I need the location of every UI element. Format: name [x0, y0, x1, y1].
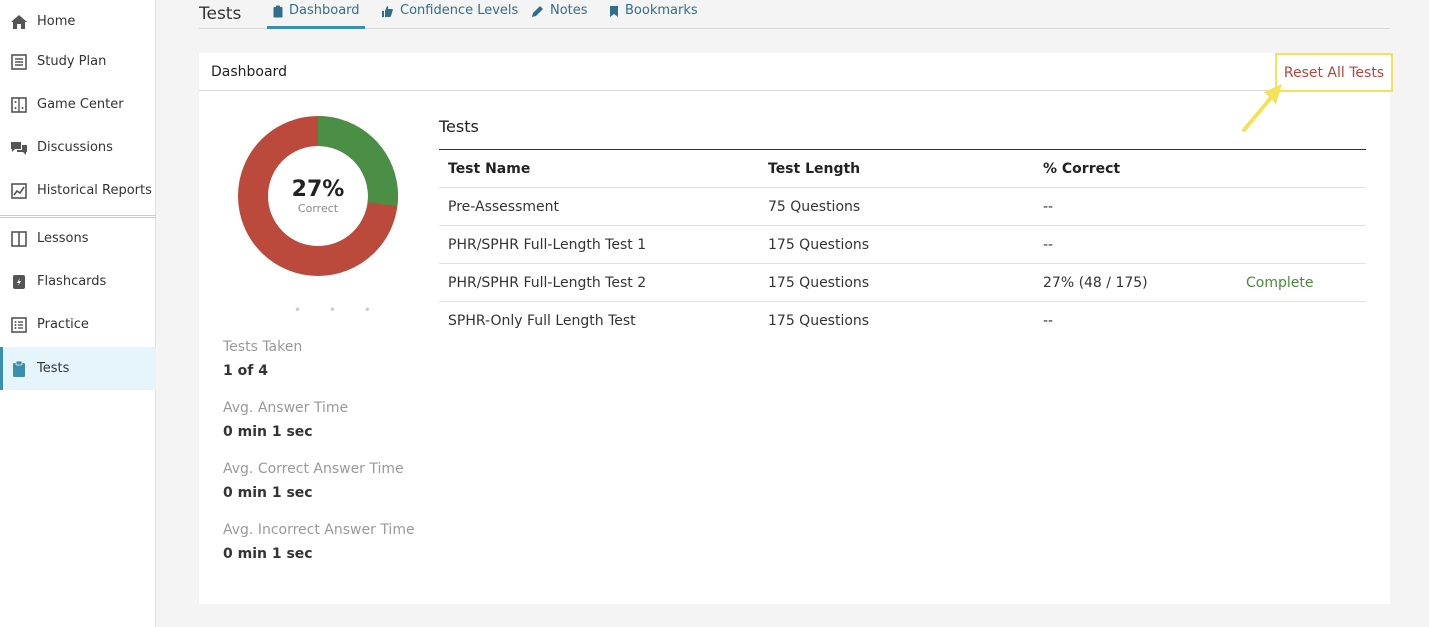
thumbs-icon	[381, 5, 394, 18]
stat-label-avg-correct-time: Avg. Correct Answer Time	[223, 461, 404, 477]
sidebar-item-lessons[interactable]: Lessons	[0, 217, 156, 260]
sidebar-item-label: Study Plan	[37, 54, 107, 69]
column-header-test-length: Test Length	[768, 161, 861, 177]
sidebar-item-label: Discussions	[37, 140, 113, 155]
sidebar-item-label: Flashcards	[37, 274, 107, 289]
tests-heading: Tests	[439, 117, 479, 136]
reset-all-tests-button[interactable]: Reset All Tests	[1275, 53, 1393, 92]
stat-value-avg-answer-time: 0 min 1 sec	[223, 424, 313, 440]
sidebar-item-home[interactable]: Home	[0, 0, 156, 43]
sidebar-item-flashcards[interactable]: Flashcards	[0, 260, 156, 303]
column-header-percent-correct: % Correct	[1043, 161, 1121, 177]
tab-notes[interactable]: Notes	[531, 3, 588, 29]
tab-confidence-levels[interactable]: Confidence Levels	[381, 3, 518, 29]
column-header-test-name: Test Name	[448, 161, 531, 177]
donut-center: 27% Correct	[237, 115, 399, 277]
score-donut-chart: 27% Correct	[237, 115, 399, 277]
sidebar-item-label: Tests	[37, 361, 70, 376]
test-name[interactable]: PHR/SPHR Full-Length Test 1	[448, 237, 646, 253]
panel-title: Dashboard	[211, 64, 287, 80]
tests-table: Test Name Test Length % Correct Pre-Asse…	[439, 149, 1366, 340]
sidebar-item-label: Lessons	[37, 231, 89, 246]
sidebar-item-discussions[interactable]: Discussions	[0, 126, 156, 169]
test-percent-correct: --	[1043, 199, 1054, 215]
table-row[interactable]: Pre-Assessment 75 Questions --	[439, 188, 1366, 226]
stat-value-avg-correct-time: 0 min 1 sec	[223, 485, 313, 501]
sidebar-item-label: Historical Reports	[37, 183, 152, 198]
stat-label-avg-incorrect-time: Avg. Incorrect Answer Time	[223, 522, 415, 538]
sidebar-item-game-center[interactable]: Game Center	[0, 83, 156, 126]
sidebar: Home Study Plan Game Center Discussions …	[0, 0, 156, 627]
top-tab-bar: Tests Dashboard Confidence Levels Notes …	[199, 0, 1390, 29]
test-length: 75 Questions	[768, 199, 861, 215]
dashboard-panel: Dashboard Reset All Tests 27% Correct • …	[199, 53, 1393, 604]
tests-icon	[10, 360, 28, 378]
sidebar-item-label: Game Center	[37, 97, 124, 112]
lessons-icon	[10, 230, 28, 248]
discussions-icon	[10, 139, 28, 157]
table-row[interactable]: SPHR-Only Full Length Test 175 Questions…	[439, 302, 1366, 340]
home-icon	[10, 13, 28, 31]
donut-percent: 27%	[291, 176, 345, 202]
tab-label: Confidence Levels	[400, 3, 519, 18]
test-status-complete: Complete	[1246, 275, 1314, 291]
pencil-icon	[531, 5, 544, 18]
table-row[interactable]: PHR/SPHR Full-Length Test 2 175 Question…	[439, 264, 1366, 302]
game-center-icon	[10, 96, 28, 114]
sidebar-item-practice[interactable]: Practice	[0, 303, 156, 346]
tab-label: Notes	[550, 3, 588, 18]
study-plan-icon	[10, 53, 28, 71]
test-percent-correct: --	[1043, 313, 1054, 329]
donut-percent-label: Correct	[297, 201, 339, 215]
annotation-arrow-icon	[1242, 84, 1282, 132]
stat-value-avg-incorrect-time: 0 min 1 sec	[223, 546, 313, 562]
carousel-dots[interactable]: • • •	[294, 303, 383, 317]
table-row[interactable]: PHR/SPHR Full-Length Test 1 175 Question…	[439, 226, 1366, 264]
panel-header: Dashboard Reset All Tests	[199, 53, 1393, 92]
test-name[interactable]: PHR/SPHR Full-Length Test 2	[448, 275, 646, 291]
flashcards-icon	[10, 273, 28, 291]
page-title: Tests	[199, 4, 242, 24]
bookmark-icon	[609, 5, 619, 18]
historical-reports-icon	[10, 182, 28, 200]
test-name[interactable]: Pre-Assessment	[448, 199, 559, 215]
test-length: 175 Questions	[768, 313, 870, 329]
stat-label-avg-answer-time: Avg. Answer Time	[223, 400, 349, 416]
test-length: 175 Questions	[768, 237, 870, 253]
test-name[interactable]: SPHR-Only Full Length Test	[448, 313, 636, 329]
clipboard-icon	[273, 5, 283, 18]
sidebar-item-label: Home	[37, 14, 76, 29]
stat-label-tests-taken: Tests Taken	[223, 339, 303, 355]
tab-bookmarks[interactable]: Bookmarks	[609, 3, 698, 29]
sidebar-item-tests[interactable]: Tests	[0, 347, 156, 390]
sidebar-item-historical-reports[interactable]: Historical Reports	[0, 169, 156, 212]
practice-icon	[10, 316, 28, 334]
table-header-row: Test Name Test Length % Correct	[439, 150, 1366, 188]
sidebar-item-study-plan[interactable]: Study Plan	[0, 40, 156, 83]
sidebar-item-label: Practice	[37, 317, 89, 332]
test-percent-correct: 27% (48 / 175)	[1043, 275, 1148, 291]
test-length: 175 Questions	[768, 275, 870, 291]
test-percent-correct: --	[1043, 237, 1054, 253]
tab-dashboard[interactable]: Dashboard	[267, 3, 365, 29]
stat-value-tests-taken: 1 of 4	[223, 363, 268, 379]
tab-label: Dashboard	[289, 3, 360, 18]
tab-label: Bookmarks	[625, 3, 698, 18]
